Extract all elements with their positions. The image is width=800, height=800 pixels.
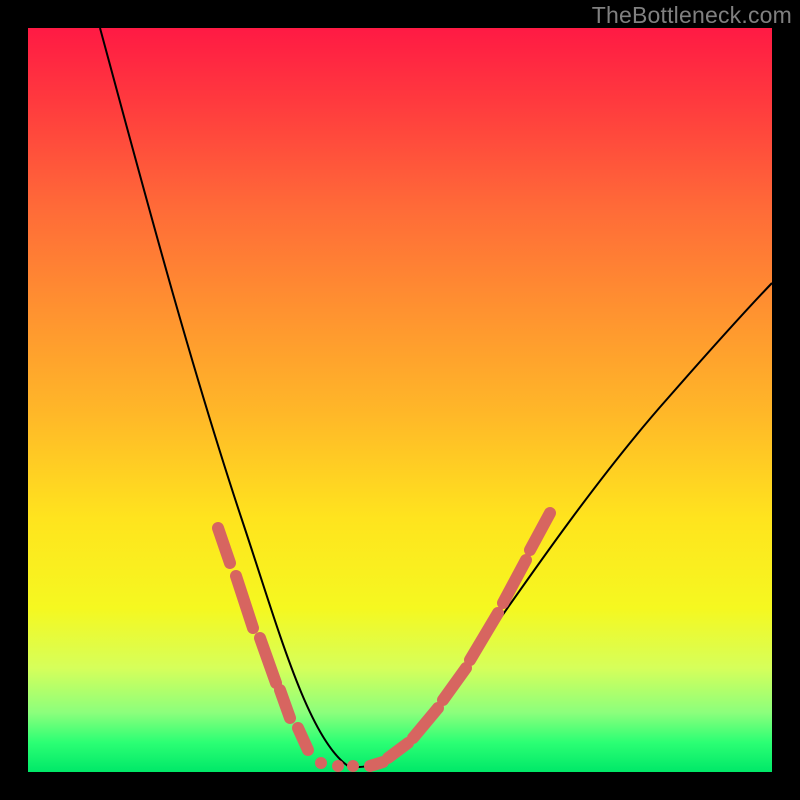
left-beads <box>218 528 359 772</box>
bottleneck-curve <box>100 28 772 767</box>
bottleneck-curve-svg <box>28 28 772 772</box>
watermark-text: TheBottleneck.com <box>592 2 792 29</box>
right-beads <box>370 513 550 766</box>
chart-area <box>28 28 772 772</box>
